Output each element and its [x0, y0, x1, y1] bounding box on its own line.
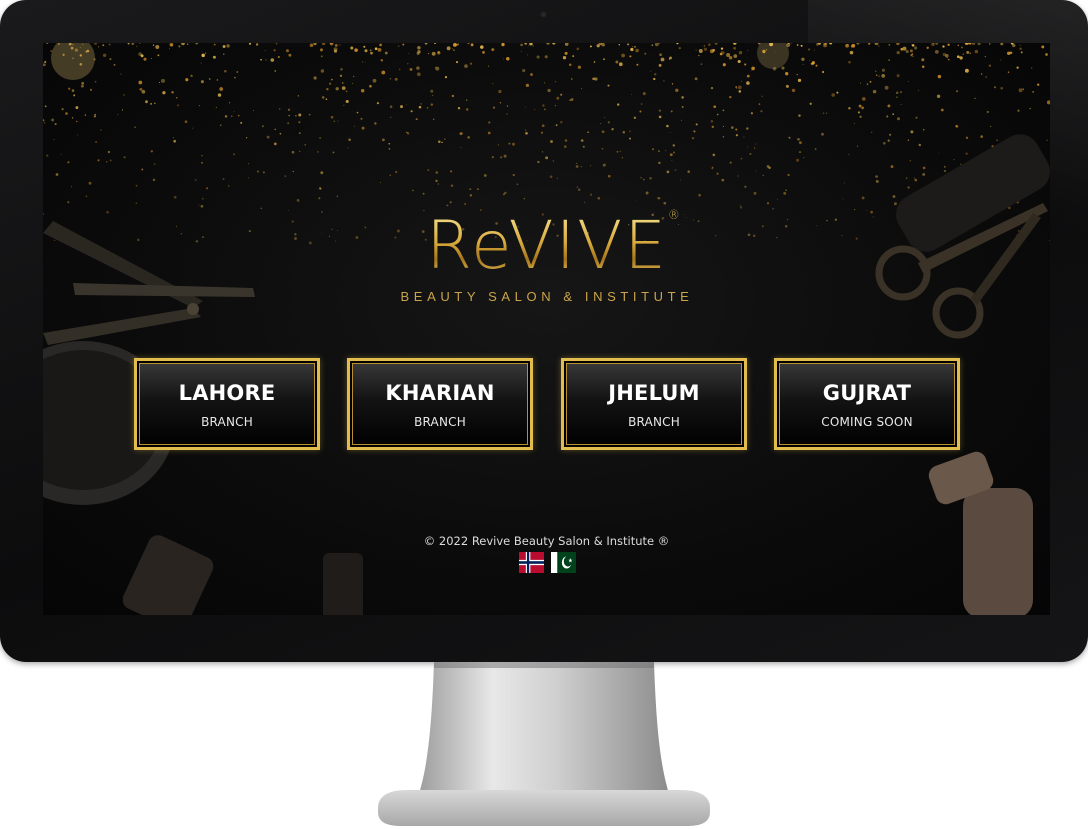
branch-city: JHELUM	[608, 381, 700, 405]
branch-button-kharian[interactable]: KHARIAN BRANCH	[347, 358, 533, 450]
monitor-base	[378, 790, 710, 826]
website-screen: ReVIVE ® BEAUTY SALON & INSTITUTE LAHORE…	[43, 43, 1050, 615]
logo-wordmark: ReVIVE ®	[426, 209, 680, 279]
branch-subtitle: BRANCH	[414, 415, 466, 429]
branch-button-gujrat[interactable]: GUJRAT COMING SOON	[774, 358, 960, 450]
branch-button-jhelum[interactable]: JHELUM BRANCH	[561, 358, 747, 450]
branch-button-lahore[interactable]: LAHORE BRANCH	[134, 358, 320, 450]
monitor-frame: ReVIVE ® BEAUTY SALON & INSTITUTE LAHORE…	[0, 0, 1088, 662]
branch-subtitle: COMING SOON	[821, 415, 913, 429]
norway-flag-icon[interactable]	[519, 552, 544, 573]
logo-tagline: BEAUTY SALON & INSTITUTE	[400, 289, 694, 304]
spray-bottle-icon	[928, 451, 1033, 615]
registered-mark: ®	[667, 208, 682, 222]
bottles-bottom-icon	[123, 535, 363, 615]
branch-city: GUJRAT	[822, 381, 912, 405]
webcam-icon	[540, 11, 547, 18]
pakistan-flag-icon[interactable]	[551, 552, 576, 573]
language-flags	[519, 552, 577, 574]
branch-city: KHARIAN	[385, 381, 495, 405]
logo-text: ReVIVE	[426, 207, 668, 284]
branch-subtitle: BRANCH	[628, 415, 680, 429]
branch-subtitle: BRANCH	[201, 415, 253, 429]
copyright-text: © 2022 Revive Beauty Salon & Institute ®	[423, 534, 670, 548]
branch-buttons: LAHORE BRANCH KHARIAN BRANCH JHELUM BRAN…	[134, 358, 964, 450]
monitor-stand	[416, 662, 672, 802]
branch-city: LAHORE	[178, 381, 276, 405]
brand-logo[interactable]: ReVIVE ® BEAUTY SALON & INSTITUTE	[388, 209, 706, 304]
